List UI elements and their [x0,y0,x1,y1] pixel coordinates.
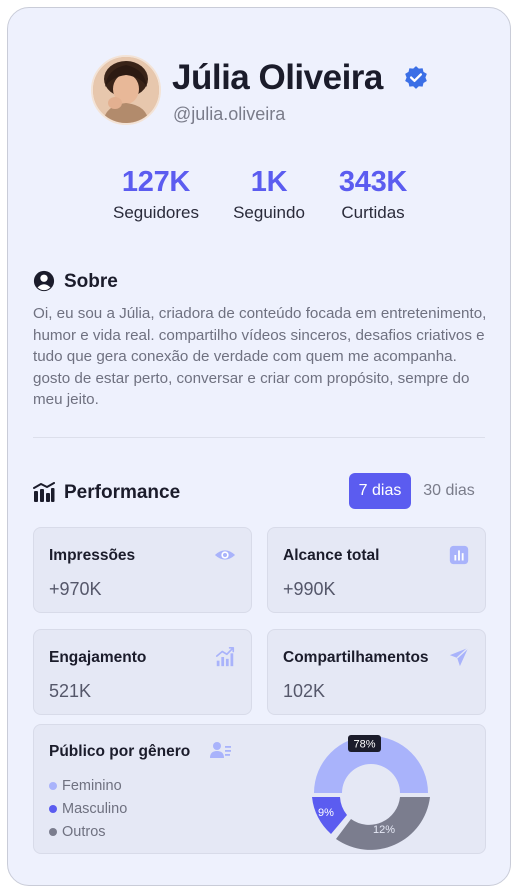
legend-label: Outros [62,824,106,840]
stat-label: Seguidores [112,203,199,222]
metric-value: 521K [49,681,92,701]
send-icon [449,647,469,667]
stat-value: 343K [338,166,408,198]
legend-label: Masculino [62,801,128,817]
avatar-image [93,57,159,123]
gender-title: Público por gênero [49,743,191,760]
bar-chart-icon [449,545,469,565]
stat-likes[interactable]: 343K Curtidas [328,166,418,223]
audience-icon [210,742,231,758]
legend-feminino: Feminino [49,778,122,794]
verified-badge-icon [405,66,427,89]
performance-title: Performance [64,482,181,503]
metric-value: +990K [283,579,336,599]
gender-audience-card: Público por gênero Feminino Masculino Ou… [33,724,486,854]
stat-value: 127K [121,166,191,198]
stat-followers[interactable]: 127K Seguidores [106,166,206,223]
avatar[interactable] [91,55,161,125]
metric-title: Impressões [49,547,136,564]
label-feminino: 78% [353,739,375,751]
metric-shares[interactable]: Compartilhamentos 102K [267,629,486,715]
stat-value: 1K [250,166,288,198]
metric-reach[interactable]: Alcance total +990K [267,527,486,613]
metric-impressions[interactable]: Impressões +970K [33,527,252,613]
gender-donut-chart: 78% 9% 12% [312,735,430,850]
legend-dot [49,805,57,813]
metric-value: +970K [49,579,102,599]
divider [33,437,485,438]
metric-title: Compartilhamentos [283,649,429,666]
profile-name: Júlia Oliveira [172,58,383,97]
profile-handle: @julia.oliveira [173,104,286,124]
metric-engagement[interactable]: Engajamento 521K [33,629,252,715]
label-masculino: 9% [318,807,334,819]
about-title: Sobre [64,271,118,292]
growth-chart-icon [215,647,235,667]
legend-dot [49,782,57,790]
metric-title: Alcance total [283,547,380,564]
stat-label: Curtidas [341,203,405,222]
stat-label: Seguindo [233,203,305,222]
about-text: Oi, eu sou a Júlia, criadora de conteúdo… [33,305,487,408]
label-outros: 12% [373,824,395,836]
stat-following[interactable]: 1K Seguindo [223,166,315,223]
user-circle-icon [33,270,55,292]
tab-30-days[interactable]: 30 dias [414,473,484,509]
legend-dot [49,828,57,836]
performance-chart-icon [33,482,55,502]
metric-value: 102K [283,681,326,701]
legend-label: Feminino [62,778,122,794]
tab-7-days[interactable]: 7 dias [349,473,411,509]
eye-icon [214,550,236,560]
profile-card: Júlia Oliveira @julia.oliveira 127K Segu… [7,7,511,886]
legend-masculino: Masculino [49,801,127,817]
legend-outros: Outros [49,824,106,840]
metric-title: Engajamento [49,649,147,666]
